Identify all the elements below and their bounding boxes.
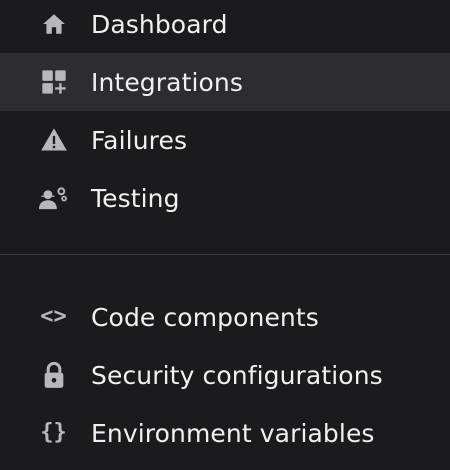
sidebar-item-label: Integrations [91, 67, 243, 97]
secondary-nav: <> Code components Security configuratio… [0, 288, 450, 462]
sidebar-item-label: Security configurations [91, 360, 383, 390]
sidebar-item-label: Code components [91, 302, 319, 332]
primary-nav: Dashboard Integrations Failures Testing [0, 0, 450, 227]
sidebar-item-code-components[interactable]: <> Code components [0, 288, 450, 346]
home-icon [39, 10, 68, 39]
sidebar-item-security-configurations[interactable]: Security configurations [0, 346, 450, 404]
lock-icon [39, 361, 68, 390]
sidebar-item-testing[interactable]: Testing [0, 169, 450, 227]
divider [0, 254, 450, 255]
sidebar-item-label: Failures [91, 125, 188, 155]
braces-icon: {} [40, 420, 67, 445]
sidebar: Dashboard Integrations Failures Testing … [0, 0, 450, 470]
sidebar-item-label: Testing [91, 183, 180, 213]
code-icon: <> [40, 304, 67, 329]
testing-icon [39, 184, 68, 213]
sidebar-item-integrations[interactable]: Integrations [0, 53, 450, 111]
sidebar-item-environment-variables[interactable]: {} Environment variables [0, 404, 450, 462]
sidebar-item-failures[interactable]: Failures [0, 111, 450, 169]
sidebar-item-label: Dashboard [91, 9, 228, 39]
sidebar-item-dashboard[interactable]: Dashboard [0, 0, 450, 53]
integrations-icon [39, 68, 68, 97]
warning-icon [39, 126, 68, 155]
sidebar-item-label: Environment variables [91, 418, 375, 448]
